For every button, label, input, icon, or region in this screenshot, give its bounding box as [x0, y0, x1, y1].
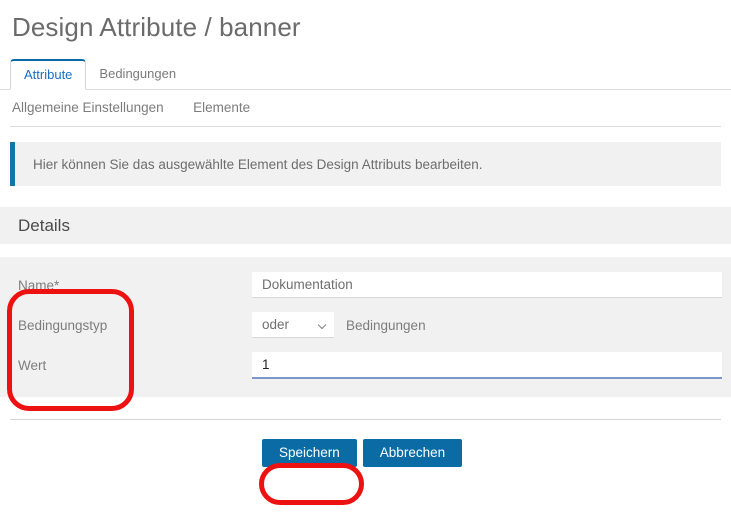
- save-button[interactable]: Speichern: [262, 439, 357, 467]
- page-title: Design Attribute / banner: [12, 12, 301, 42]
- info-banner: Hier können Sie das ausgewählte Element …: [10, 142, 721, 186]
- condition-type-select-wrapper[interactable]: oder: [252, 312, 334, 338]
- form-row-condition-type: Bedingungstyp oder Bedingungen: [0, 305, 731, 345]
- info-banner-text: Hier können Sie das ausgewählte Element …: [33, 156, 483, 172]
- tab-bedingungen[interactable]: Bedingungen: [86, 59, 189, 90]
- details-heading: Details: [18, 215, 70, 235]
- condition-type-label: Bedingungstyp: [18, 317, 108, 333]
- subnav-item-elemente-label: Elemente: [193, 100, 251, 115]
- tab-bedingungen-label: Bedingungen: [99, 66, 177, 81]
- form-row-name: Name*: [0, 265, 731, 305]
- tab-attribute-label: Attribute: [24, 67, 73, 82]
- condition-type-suffix-text: Bedingungen: [346, 317, 426, 333]
- condition-type-select[interactable]: oder: [252, 312, 334, 337]
- subnav-item-allgemeine-einstellungen[interactable]: Allgemeine Einstellungen: [12, 90, 164, 126]
- form-actions-divider: [10, 419, 721, 420]
- details-section-header: Details: [0, 207, 731, 244]
- subnav-item-allgemeine-einstellungen-label: Allgemeine Einstellungen: [12, 100, 164, 115]
- name-control: [252, 272, 731, 298]
- value-label: Wert: [18, 357, 47, 373]
- name-label: Name*: [18, 277, 60, 293]
- form-actions: Speichern Abbrechen: [0, 439, 731, 467]
- tab-attribute[interactable]: Attribute: [10, 59, 87, 90]
- value-input[interactable]: [252, 351, 722, 379]
- primary-tabstrip: Attribute Bedingungen: [0, 59, 731, 90]
- annotation-save-button-highlight: [259, 463, 364, 505]
- name-input[interactable]: [252, 272, 722, 298]
- condition-type-control: oder Bedingungen: [252, 312, 731, 338]
- details-form: Name* Bedingungstyp oder Bedingungen Wer…: [0, 257, 731, 397]
- form-row-value: Wert: [0, 345, 731, 385]
- cancel-button[interactable]: Abbrechen: [362, 439, 463, 467]
- secondary-navigation: Allgemeine Einstellungen Elemente: [0, 90, 731, 127]
- value-control: [252, 351, 731, 379]
- subnav-item-elemente[interactable]: Elemente: [193, 90, 250, 126]
